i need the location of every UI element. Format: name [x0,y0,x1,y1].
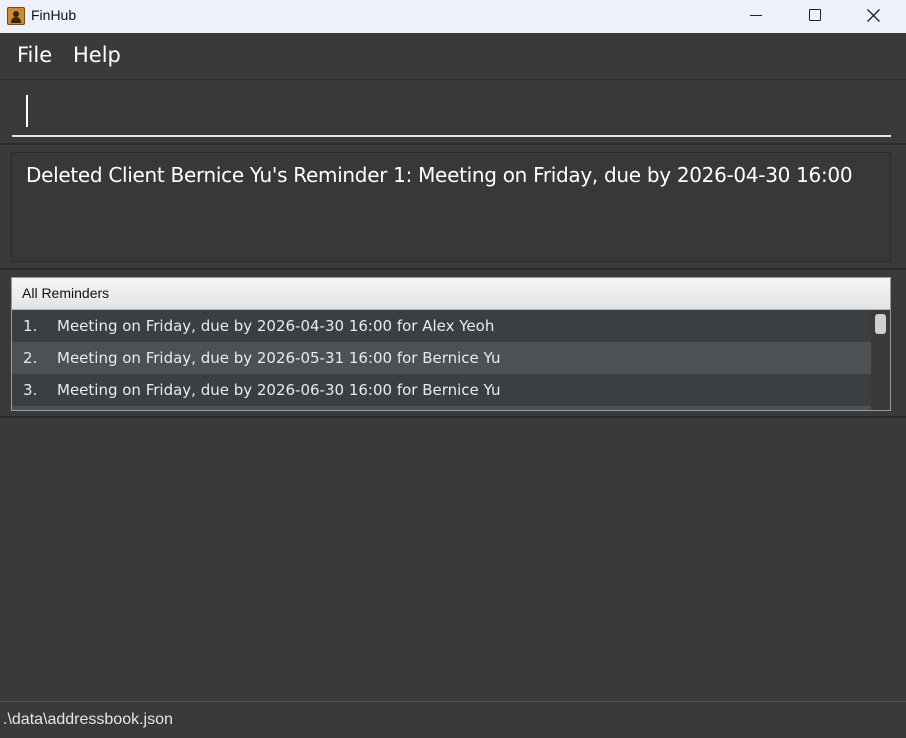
maximize-icon [809,9,821,21]
status-bar: .\data\addressbook.json [0,701,906,738]
minimize-button[interactable] [733,0,779,33]
app-icon [7,7,25,25]
divider [0,268,906,270]
reminder-list-panel: All Reminders 1. Meeting on Friday, due … [11,277,891,411]
close-icon [867,9,880,22]
maximize-button[interactable] [791,0,837,33]
reminder-list[interactable]: 1. Meeting on Friday, due by 2026-04-30 … [12,310,871,410]
reminder-list-header: All Reminders [12,278,890,310]
reminder-row-partial[interactable] [12,406,871,410]
result-display: Deleted Client Bernice Yu's Reminder 1: … [11,152,891,262]
minimize-icon [750,15,762,16]
divider [0,416,906,418]
reminder-index: 1. [23,317,38,335]
reminder-index: 3. [23,381,38,399]
reminder-text: Meeting on Friday, due by 2026-04-30 16:… [57,317,495,335]
close-button[interactable] [850,0,896,33]
window-title: FinHub [31,7,77,23]
reminder-index: 2. [23,349,38,367]
title-bar: FinHub [0,0,906,33]
vertical-scrollbar[interactable] [871,310,890,410]
reminder-row[interactable]: 2. Meeting on Friday, due by 2026-05-31 … [12,342,871,374]
result-message: Deleted Client Bernice Yu's Reminder 1: … [26,163,853,187]
menu-bar: File Help [0,33,906,80]
command-input[interactable] [12,87,891,135]
text-caret [26,95,28,127]
scrollbar-thumb[interactable] [875,314,886,334]
reminder-row[interactable]: 3. Meeting on Friday, due by 2026-06-30 … [12,374,871,406]
save-file-path: .\data\addressbook.json [3,711,173,728]
reminder-text: Meeting on Friday, due by 2026-06-30 16:… [57,381,501,399]
menu-file[interactable]: File [17,43,52,67]
divider [0,143,906,145]
reminder-row[interactable]: 1. Meeting on Friday, due by 2026-04-30 … [12,310,871,342]
command-box [12,87,891,137]
reminder-list-title: All Reminders [22,285,110,301]
menu-help[interactable]: Help [73,43,121,67]
reminder-text: Meeting on Friday, due by 2026-05-31 16:… [57,349,501,367]
